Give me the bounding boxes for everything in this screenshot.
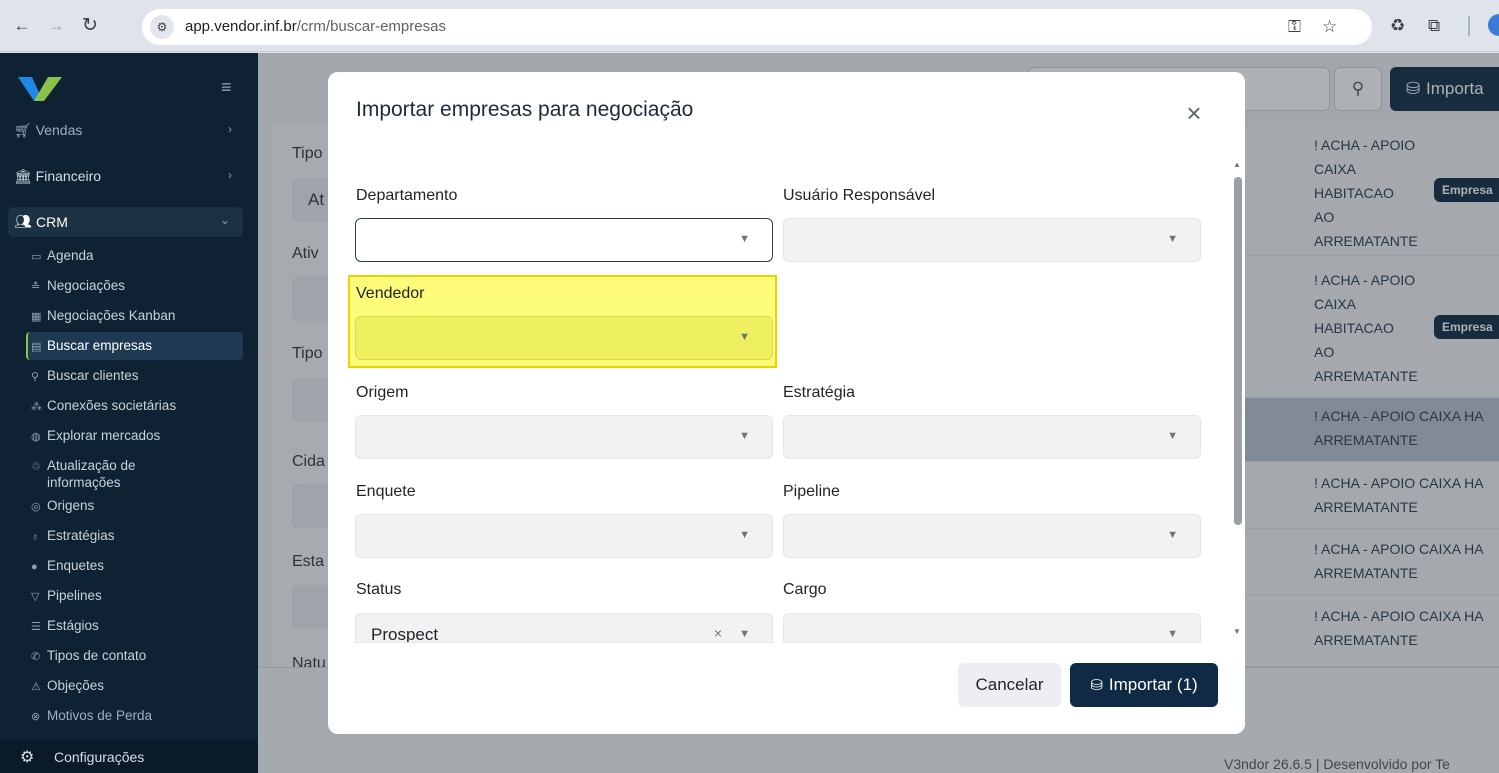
menu-toggle-icon[interactable]: ≡ [221, 77, 232, 98]
sidebar-item-conexoes[interactable]: ⁂ Conexões societárias [31, 398, 176, 413]
password-key-icon[interactable]: ⚿ [1288, 17, 1301, 37]
modal-scrollbar[interactable]: ▲ ▼ [1231, 160, 1245, 636]
modal-title: Importar empresas para negociação [356, 98, 694, 121]
extensions-puzzle-icon[interactable]: ⧉ [1428, 16, 1440, 36]
scroll-up-arrow-icon[interactable]: ▲ [1233, 160, 1241, 169]
chevron-right-icon: › [228, 122, 232, 136]
sidebar-item-origens[interactable]: ◎ Origens [31, 498, 94, 513]
status-select[interactable]: Prospect × ▼ [355, 613, 773, 643]
update-icon: ♲ [31, 461, 41, 473]
sidebar-item-crm[interactable]: 👥︎ CRM ⌄ [8, 207, 243, 237]
back-icon[interactable]: ← [10, 14, 34, 38]
chevron-down-icon: ⌄ [220, 213, 231, 227]
usuario-responsavel-label: Usuário Responsável [783, 187, 936, 204]
enquete-select[interactable]: ▼ [355, 514, 773, 558]
departamento-select[interactable]: ▼ [355, 218, 773, 262]
chevron-down-icon: ▼ [739, 529, 750, 541]
import-button[interactable]: ⛁ Importar (1) [1070, 663, 1218, 707]
sidebar-item-motivos-perda[interactable]: ⊗ Motivos de Perda [31, 708, 152, 723]
chevron-down-icon: ▼ [739, 331, 750, 343]
sidebar: ≡ 🛒︎ Vendas › 🏛︎ Financeiro › 👥︎ CRM ⌄ ▭… [0, 53, 258, 773]
chevron-down-icon: ▼ [1167, 233, 1178, 245]
sidebar-item-negociacoes[interactable]: ≛ Negociações [31, 278, 125, 293]
cancel-button[interactable]: Cancelar [958, 663, 1061, 707]
scroll-down-arrow-icon[interactable]: ▼ [1233, 627, 1241, 636]
reload-icon[interactable]: ↻ [78, 14, 102, 38]
chevron-down-icon: ▼ [739, 628, 750, 640]
chevron-right-icon: › [228, 168, 232, 182]
extension-recycle-icon[interactable]: ♻ [1390, 16, 1405, 36]
estrategia-label: Estratégia [783, 384, 856, 401]
sidebar-item-financeiro[interactable]: 🏛︎ Financeiro › [14, 168, 232, 185]
lightbulb-icon: ♁ [31, 531, 40, 543]
scroll-thumb[interactable] [1234, 177, 1242, 525]
x-circle-icon: ⊗ [31, 711, 41, 723]
sidebar-item-atualizacao[interactable]: ♲ Atualização de informações [31, 458, 136, 490]
status-label: Status [356, 581, 402, 598]
sidebar-item-configuracoes[interactable]: Configurações [54, 749, 144, 765]
user-search-icon: ⚲ [31, 371, 40, 383]
kanban-icon: ▦ [31, 311, 42, 323]
sidebar-item-tipos-contato[interactable]: ✆ Tipos de contato [31, 648, 146, 663]
globe-icon: ◍ [31, 431, 41, 443]
people-icon: ≛ [31, 281, 41, 293]
estrategia-select[interactable]: ▼ [783, 415, 1201, 459]
sidebar-item-enquetes[interactable]: ● Enquetes [31, 558, 104, 573]
chevron-down-icon: ▼ [1167, 628, 1178, 640]
cargo-select[interactable]: ▼ [783, 613, 1201, 643]
network-icon: ⁂ [31, 401, 42, 413]
close-icon[interactable]: × [1182, 98, 1206, 129]
sidebar-item-mercados[interactable]: ◍ Explorar mercados [31, 428, 160, 443]
browser-toolbar: ← → ↻ ⚙ app.vendor.inf.br/crm/buscar-emp… [0, 0, 1499, 52]
stages-icon: ☰ [31, 621, 41, 633]
vendedor-select[interactable]: ▼ [355, 316, 773, 360]
usuario-responsavel-select[interactable]: ▼ [783, 218, 1201, 262]
chevron-down-icon: ▼ [1167, 430, 1178, 442]
bank-icon: 🏛︎ [14, 168, 32, 184]
sidebar-item-estrategias[interactable]: ♁ Estratégias [31, 528, 115, 543]
sidebar-item-pipelines[interactable]: ▽ Pipelines [31, 588, 102, 603]
profile-avatar[interactable] [1488, 14, 1499, 36]
enquete-label: Enquete [356, 483, 416, 500]
chevron-down-icon: ▼ [739, 430, 750, 442]
gear-icon: ⚙ [20, 749, 35, 766]
sidebar-item-buscar-clientes[interactable]: ⚲ Buscar clientes [31, 368, 139, 383]
toolbar-divider [1468, 16, 1470, 36]
forward-icon[interactable]: → [44, 14, 68, 38]
sidebar-item-kanban[interactable]: ▦ Negociações Kanban [31, 308, 175, 323]
phone-icon: ✆ [31, 651, 41, 663]
chevron-down-icon: ▼ [739, 233, 750, 245]
url-text: app.vendor.inf.br/crm/buscar-empresas [185, 18, 446, 35]
origem-label: Origem [356, 384, 409, 401]
building-icon: ▤ [31, 341, 42, 353]
origem-select[interactable]: ▼ [355, 415, 773, 459]
departamento-label: Departamento [356, 187, 458, 204]
sidebar-item-agenda[interactable]: ▭ Agenda [31, 248, 94, 263]
filter-icon: ▽ [31, 591, 40, 603]
site-settings-icon[interactable]: ⚙ [150, 15, 174, 39]
warning-icon: ⚠ [31, 681, 41, 693]
bookmark-star-icon[interactable]: ☆ [1322, 17, 1337, 37]
chat-icon: ● [31, 561, 38, 573]
cart-icon: 🛒︎ [14, 122, 32, 138]
sidebar-item-estagios[interactable]: ☰ Estágios [31, 618, 99, 633]
pipeline-label: Pipeline [783, 483, 840, 500]
vendor-logo [18, 77, 62, 101]
clear-x-icon[interactable]: × [714, 625, 722, 641]
vendedor-label: Vendedor [356, 285, 425, 302]
address-bar[interactable]: ⚙ app.vendor.inf.br/crm/buscar-empresas … [142, 9, 1372, 45]
chevron-down-icon: ▼ [1167, 529, 1178, 541]
sidebar-item-vendas[interactable]: 🛒︎ Vendas › [14, 122, 232, 139]
calendar-icon: ▭ [31, 251, 42, 263]
map-pin-icon: ◎ [31, 501, 41, 513]
cargo-label: Cargo [783, 581, 827, 598]
pipeline-select[interactable]: ▼ [783, 514, 1201, 558]
sidebar-footer: ⚙ Configurações [0, 741, 258, 773]
import-modal: Importar empresas para negociação × Depa… [328, 72, 1245, 734]
crm-icon: 👥︎ [14, 213, 32, 229]
coins-icon: ⛁ [1090, 677, 1103, 694]
sidebar-item-buscar-empresas[interactable]: ▤ Buscar empresas [31, 338, 152, 353]
sidebar-item-objecoes[interactable]: ⚠ Objeções [31, 678, 104, 693]
